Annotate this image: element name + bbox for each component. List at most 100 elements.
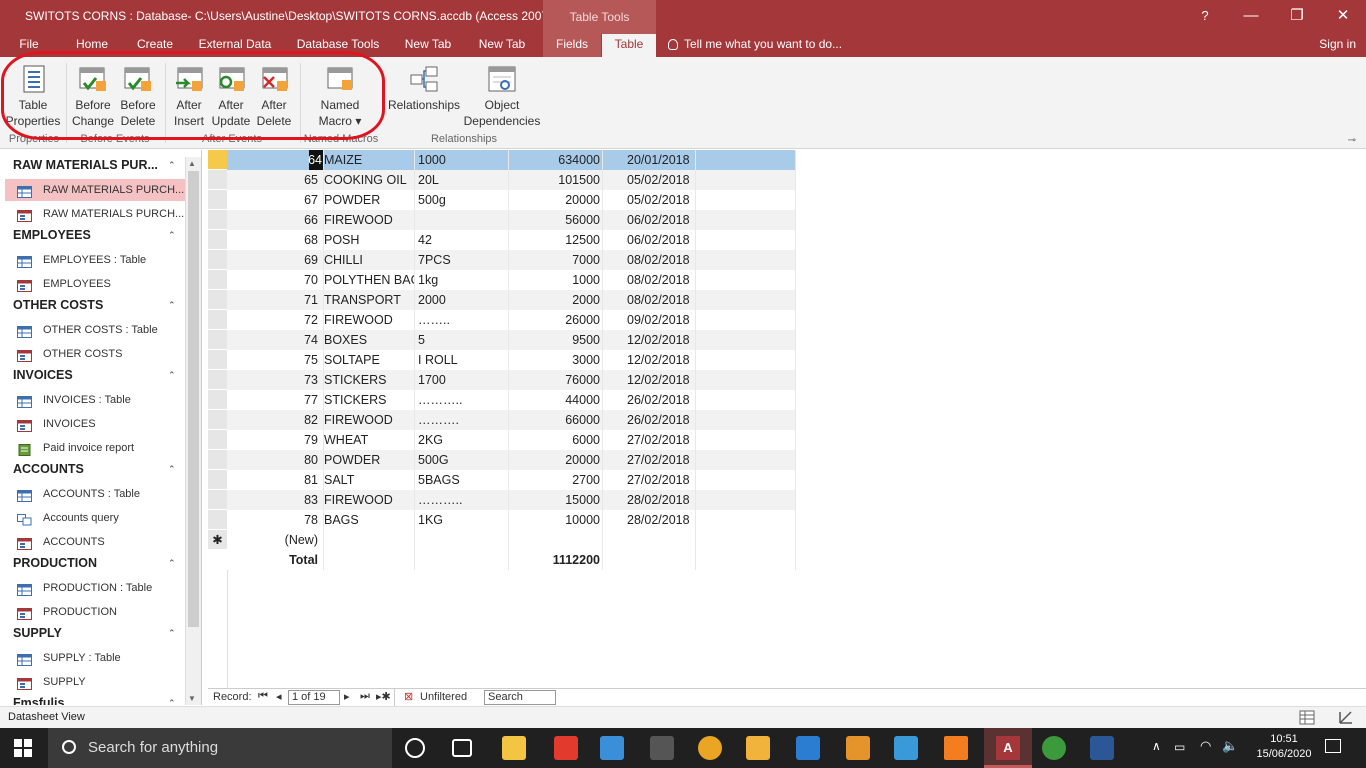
- table-cell[interactable]: 67: [228, 190, 324, 210]
- table-cell[interactable]: 69: [228, 250, 324, 270]
- tab-fields[interactable]: Fields: [543, 34, 601, 57]
- help-button[interactable]: ?: [1182, 0, 1228, 34]
- nav-group-header[interactable]: RAW MATERIALS PUR...: [13, 158, 158, 172]
- table-cell[interactable]: [509, 530, 603, 550]
- table-cell[interactable]: 68: [228, 230, 324, 250]
- table-cell[interactable]: 7000: [509, 250, 603, 270]
- collapse-chevron-icon[interactable]: ⌃: [168, 464, 176, 475]
- table-cell[interactable]: 2700: [509, 470, 603, 490]
- table-cell[interactable]: 42: [415, 230, 509, 250]
- wifi-icon[interactable]: ◠: [1200, 738, 1211, 754]
- nav-item[interactable]: PRODUCTION: [5, 601, 185, 623]
- table-row[interactable]: 81 SALT 5BAGS 2700 27/02/2018: [208, 470, 796, 490]
- table-cell[interactable]: 78: [228, 510, 324, 530]
- table-row[interactable]: 77 STICKERS……….. 44000 26/02/2018: [208, 390, 796, 410]
- table-row[interactable]: 64 MAIZE 1000 634000 20/01/2018: [208, 150, 796, 170]
- row-selector[interactable]: [208, 470, 227, 490]
- collapse-chevron-icon[interactable]: ⌃: [168, 160, 176, 171]
- design-view-icon[interactable]: [1338, 710, 1354, 725]
- table-cell[interactable]: WHEAT: [324, 430, 415, 450]
- table-cell[interactable]: 73: [228, 370, 324, 390]
- nav-item[interactable]: Accounts query: [5, 507, 185, 529]
- nav-item[interactable]: SUPPLY: [5, 671, 185, 693]
- table-cell[interactable]: COOKING OIL: [324, 170, 415, 190]
- table-cell[interactable]: 79: [228, 430, 324, 450]
- table-cell[interactable]: 26/02/2018: [603, 410, 696, 430]
- table-cell[interactable]: 5BAGS: [415, 470, 509, 490]
- table-cell[interactable]: 27/02/2018: [603, 450, 696, 470]
- table-cell[interactable]: 28/02/2018: [603, 510, 696, 530]
- table-cell[interactable]: POSH: [324, 230, 415, 250]
- row-selector[interactable]: [208, 410, 227, 430]
- first-record-button[interactable]: ⏮: [258, 690, 268, 703]
- table-cell[interactable]: [696, 190, 796, 210]
- table-cell[interactable]: 1000: [509, 270, 603, 290]
- collapse-chevron-icon[interactable]: ⌃: [168, 300, 176, 311]
- table-cell[interactable]: [696, 250, 796, 270]
- row-selector[interactable]: [208, 430, 227, 450]
- windows-start-icon[interactable]: [14, 739, 32, 757]
- table-cell[interactable]: 81: [228, 470, 324, 490]
- table-cell[interactable]: 77: [228, 390, 324, 410]
- nav-item[interactable]: RAW MATERIALS PURCH...: [5, 179, 185, 201]
- table-cell[interactable]: 26/02/2018: [603, 390, 696, 410]
- datasheet-view-icon[interactable]: [1299, 710, 1315, 725]
- nav-item[interactable]: OTHER COSTS: [5, 343, 185, 365]
- table-row[interactable]: 79 WHEAT 2KG 6000 27/02/2018: [208, 430, 796, 450]
- table-cell[interactable]: MAIZE: [324, 150, 415, 170]
- table-cell[interactable]: [324, 550, 415, 570]
- table-cell[interactable]: I ROLL: [415, 350, 509, 370]
- table-cell[interactable]: 20/01/2018: [603, 150, 696, 170]
- collapse-chevron-icon[interactable]: ⌃: [168, 698, 176, 705]
- table-cell[interactable]: 1112200: [509, 550, 603, 570]
- row-selector[interactable]: [208, 330, 227, 350]
- table-cell[interactable]: 500G: [415, 450, 509, 470]
- nav-item[interactable]: ACCOUNTS : Table: [5, 483, 185, 505]
- table-cell[interactable]: POWDER: [324, 450, 415, 470]
- collapse-chevron-icon[interactable]: ⌃: [168, 558, 176, 569]
- table-cell[interactable]: [696, 490, 796, 510]
- row-selector[interactable]: [208, 490, 227, 510]
- relationships-button[interactable]: Relationships: [386, 61, 462, 113]
- collapse-chevron-icon[interactable]: ⌃: [168, 628, 176, 639]
- object-dependencies-button[interactable]: Object Dependencies: [462, 61, 542, 129]
- table-cell[interactable]: 74: [228, 330, 324, 350]
- row-selector[interactable]: [208, 170, 227, 190]
- table-cell[interactable]: [696, 350, 796, 370]
- table-cell[interactable]: [696, 410, 796, 430]
- table-cell[interactable]: 6000: [509, 430, 603, 450]
- table-cell[interactable]: 08/02/2018: [603, 250, 696, 270]
- taskbar-search-box[interactable]: Search for anything: [48, 728, 392, 768]
- table-cell[interactable]: SALT: [324, 470, 415, 490]
- table-cell[interactable]: 08/02/2018: [603, 270, 696, 290]
- row-selector[interactable]: [208, 390, 227, 410]
- table-cell[interactable]: 12/02/2018: [603, 370, 696, 390]
- table-cell[interactable]: 26000: [509, 310, 603, 330]
- table-cell[interactable]: [696, 230, 796, 250]
- battery-icon[interactable]: ▭: [1174, 740, 1185, 754]
- table-cell[interactable]: 12500: [509, 230, 603, 250]
- row-selector[interactable]: [208, 230, 227, 250]
- table-row[interactable]: 83 FIREWOOD……….. 15000 28/02/2018: [208, 490, 796, 510]
- table-cell[interactable]: [696, 470, 796, 490]
- row-selector[interactable]: [208, 210, 227, 230]
- task-view-icon[interactable]: [452, 739, 472, 757]
- nav-scrollbar[interactable]: ▲ ▼: [185, 157, 201, 705]
- close-button[interactable]: ✕: [1320, 0, 1366, 34]
- table-cell[interactable]: 1700: [415, 370, 509, 390]
- table-cell[interactable]: 72: [228, 310, 324, 330]
- table-cell[interactable]: 500g: [415, 190, 509, 210]
- nav-item[interactable]: SUPPLY : Table: [5, 647, 185, 669]
- table-cell[interactable]: [603, 530, 696, 550]
- row-selector[interactable]: [208, 370, 227, 390]
- table-cell[interactable]: 06/02/2018: [603, 230, 696, 250]
- nav-group-header[interactable]: INVOICES: [13, 368, 73, 382]
- store-icon[interactable]: [600, 736, 624, 760]
- nav-group-header[interactable]: Fmsfulis: [13, 696, 64, 705]
- row-selector[interactable]: [208, 310, 227, 330]
- collapse-chevron-icon[interactable]: ⌃: [168, 230, 176, 241]
- table-cell[interactable]: STICKERS: [324, 390, 415, 410]
- table-row[interactable]: 82 FIREWOOD………. 66000 26/02/2018: [208, 410, 796, 430]
- nav-item[interactable]: EMPLOYEES : Table: [5, 249, 185, 271]
- table-cell[interactable]: [415, 210, 509, 230]
